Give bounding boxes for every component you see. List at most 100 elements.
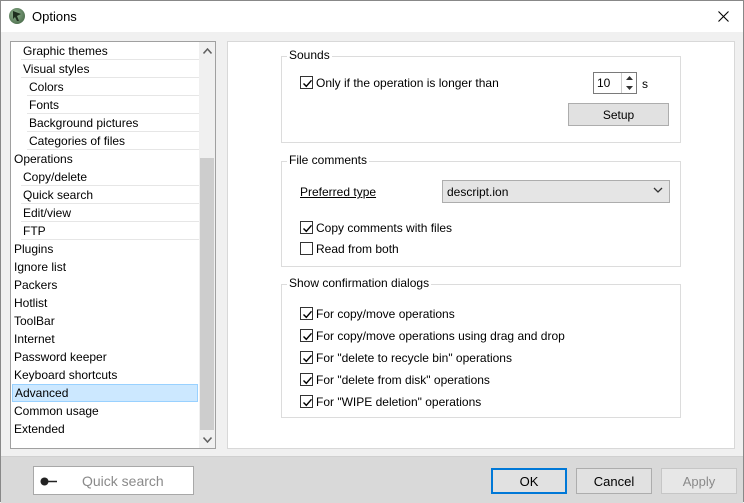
confirmation-checkbox[interactable] — [300, 373, 313, 386]
tree-item-label: Packers — [14, 278, 58, 292]
tree-item-label: Visual styles — [23, 62, 90, 76]
tree-item[interactable]: Categories of files — [11, 132, 200, 150]
checkmark-icon — [303, 224, 313, 233]
tree-item-label: FTP — [23, 224, 46, 238]
tree-item-label: Extended — [14, 422, 65, 436]
options-tree[interactable]: Graphic themes Visual styles Colors Fonts Ba… — [10, 41, 216, 449]
tree-item-label: Fonts — [29, 98, 60, 112]
tree-item-label: Categories of files — [29, 134, 126, 148]
quick-search-placeholder: Quick search — [82, 473, 164, 489]
tree-item-label: Operations — [14, 152, 73, 166]
read-from-both-label: Read from both — [316, 242, 399, 256]
tree-item[interactable]: Visual styles — [11, 60, 200, 78]
confirmation-label: For "delete to recycle bin" operations — [316, 351, 512, 365]
options-window: Options Graphic themes Visual styles Color… — [0, 0, 744, 503]
tree-item-label: Copy/delete — [23, 170, 88, 184]
window-title: Options — [32, 9, 77, 24]
ok-button[interactable]: OK — [491, 468, 567, 494]
triangle-down-icon — [625, 86, 633, 90]
copy-comments-checkbox[interactable] — [300, 221, 313, 234]
spin-buttons — [621, 73, 636, 93]
tree-item-label: Quick search — [23, 188, 94, 202]
seconds-stepper[interactable]: 10 — [593, 72, 637, 94]
chevron-down-icon — [202, 436, 212, 443]
only-if-longer-label: Only if the operation is longer than — [316, 76, 499, 90]
confirmation-checkbox[interactable] — [300, 395, 313, 408]
copy-comments-label: Copy comments with files — [316, 221, 453, 235]
preferred-type-select[interactable]: descript.ion — [442, 180, 670, 203]
tree-item-label: Ignore list — [14, 260, 67, 274]
triangle-up-icon — [625, 76, 633, 80]
seconds-unit: s — [642, 77, 648, 91]
tree-item[interactable]: Packers — [11, 276, 200, 294]
tree-item-label: Password keeper — [14, 350, 107, 364]
confirmation-checkbox[interactable] — [300, 329, 313, 342]
tree-item-label: Hotlist — [14, 296, 48, 310]
tree-items: Graphic themes Visual styles Colors Fonts Ba… — [11, 42, 200, 448]
chevron-down-icon — [653, 187, 663, 193]
tree-item[interactable]: Operations — [11, 150, 200, 168]
file-comments-title: File comments — [287, 153, 370, 167]
tree-item[interactable]: Keyboard shortcuts — [11, 366, 200, 384]
spin-up-button[interactable] — [622, 73, 636, 83]
close-icon — [717, 11, 729, 22]
sounds-group: Sounds Only if the operation is longer t… — [281, 48, 681, 143]
confirmation-label: For copy/move operations using drag and … — [316, 329, 565, 343]
settings-panel: Sounds Only if the operation is longer t… — [227, 41, 735, 449]
tree-item[interactable]: FTP — [11, 222, 200, 240]
tree-item[interactable]: Ignore list — [11, 258, 200, 276]
confirmation-label: For "WIPE deletion" operations — [316, 395, 482, 409]
cancel-button[interactable]: Cancel — [576, 468, 652, 494]
setup-button[interactable]: Setup — [568, 103, 669, 126]
tree-item-label: Colors — [29, 80, 64, 94]
confirmation-checkbox[interactable] — [300, 351, 313, 364]
tree-item-label: Keyboard shortcuts — [14, 368, 118, 382]
tree-item-label: Internet — [14, 332, 55, 346]
tree-item[interactable]: Colors — [11, 78, 200, 96]
tree-item-label: Graphic themes — [23, 44, 108, 58]
checkmark-icon — [303, 354, 313, 363]
checkmark-icon — [303, 310, 313, 319]
tree-item-label: Plugins — [14, 242, 54, 256]
preferred-type-value: descript.ion — [447, 185, 509, 199]
tree-item[interactable]: Internet — [11, 330, 200, 348]
tree-item[interactable]: Edit/view — [11, 204, 200, 222]
quick-search-input[interactable]: Quick search — [33, 466, 194, 495]
title-bar: Options — [1, 1, 743, 32]
confirmations-group: Show confirmation dialogs For copy/move … — [281, 276, 681, 418]
read-from-both-checkbox[interactable] — [300, 242, 313, 255]
file-comments-group: File comments Preferred type descript.io… — [281, 153, 681, 267]
tree-item[interactable]: Graphic themes — [11, 42, 200, 60]
tree-item[interactable]: ToolBar — [11, 312, 200, 330]
scroll-thumb[interactable] — [200, 158, 214, 430]
tree-scrollbar[interactable] — [199, 42, 215, 448]
tree-item[interactable]: Advanced — [12, 384, 198, 402]
confirmations-title: Show confirmation dialogs — [287, 276, 432, 290]
close-button[interactable] — [703, 1, 743, 32]
tree-item-label: Background pictures — [29, 116, 139, 130]
tree-item[interactable]: Common usage — [11, 402, 200, 420]
bottom-bar: Quick search OK Cancel Apply — [1, 457, 743, 503]
preferred-type-label: Preferred type — [300, 185, 377, 199]
tree-item-label: ToolBar — [14, 314, 55, 328]
scroll-down-button[interactable] — [199, 431, 215, 448]
apply-button[interactable]: Apply — [661, 468, 737, 494]
checkmark-icon — [303, 376, 313, 385]
sounds-title: Sounds — [287, 48, 332, 62]
tree-item[interactable]: Fonts — [11, 96, 200, 114]
tree-item-label: Edit/view — [23, 206, 72, 220]
tree-item[interactable]: Password keeper — [11, 348, 200, 366]
tree-item[interactable]: Copy/delete — [11, 168, 200, 186]
scroll-up-button[interactable] — [199, 42, 215, 59]
confirmation-checkbox[interactable] — [300, 307, 313, 320]
confirmation-label: For "delete from disk" operations — [316, 373, 490, 387]
only-if-longer-checkbox[interactable] — [300, 76, 313, 89]
tree-item[interactable]: Quick search — [11, 186, 200, 204]
tree-item[interactable]: Background pictures — [11, 114, 200, 132]
tree-item-label: Common usage — [14, 404, 99, 418]
tree-item[interactable]: Hotlist — [11, 294, 200, 312]
spin-down-button[interactable] — [622, 83, 636, 93]
tree-item[interactable]: Plugins — [11, 240, 200, 258]
tree-item[interactable]: Extended — [11, 420, 200, 438]
confirmation-label: For copy/move operations — [316, 307, 455, 321]
